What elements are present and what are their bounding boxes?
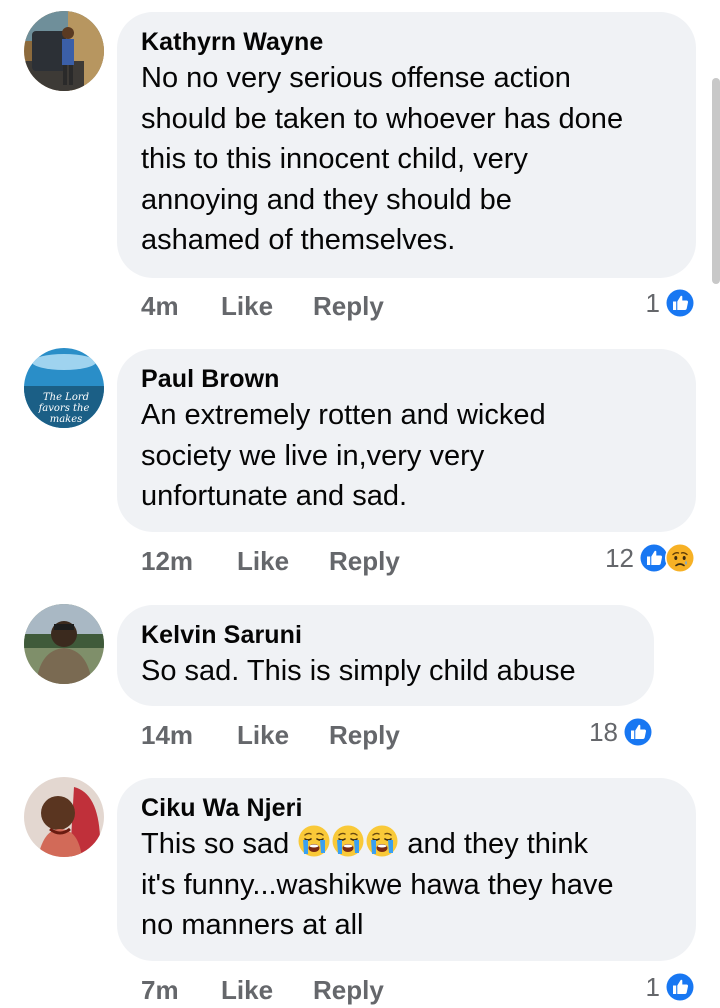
like-button[interactable]: Like (221, 291, 273, 322)
scrollbar[interactable] (712, 78, 720, 284)
comment-line: no manners at all (141, 909, 364, 941)
like-button[interactable]: Like (237, 546, 289, 577)
crying-face-emoji (331, 824, 365, 858)
comment-author[interactable]: Kathyrn Wayne (141, 26, 672, 58)
reply-button[interactable]: Reply (329, 546, 400, 577)
comment-author[interactable]: Paul Brown (141, 363, 672, 395)
reaction-count: 18 (589, 716, 618, 747)
like-icon (664, 287, 696, 319)
comment-bubble: Ciku Wa Njeri This so sad and they think… (117, 778, 696, 961)
comment-author[interactable]: Kelvin Saruni (141, 619, 630, 651)
comment-bubble: Paul Brown An extremely rotten and wicke… (117, 349, 696, 532)
timestamp[interactable]: 14m (141, 720, 193, 751)
avatar[interactable] (24, 11, 104, 91)
comment-line: ashamed of themselves. (141, 224, 456, 256)
reaction-summary[interactable]: 1 (646, 287, 696, 319)
comment-text: An extremely rotten and wicked society w… (141, 395, 672, 517)
like-icon (622, 716, 654, 748)
comment-text: This so sad and they think it's funny...… (141, 824, 672, 946)
reply-button[interactable]: Reply (313, 975, 384, 1006)
like-icon (664, 971, 696, 1003)
reaction-summary[interactable]: 1 (646, 971, 696, 1003)
comment-line: unfortunate and sad. (141, 480, 408, 512)
crying-face-emoji (297, 824, 331, 858)
comment-text-fragment: This so sad (141, 828, 290, 860)
comment-line: society we live in,very very (141, 439, 485, 472)
comment-text: So sad. This is simply child abuse (141, 651, 630, 692)
comment-bubble: Kelvin Saruni So sad. This is simply chi… (117, 605, 654, 706)
timestamp[interactable]: 7m (141, 975, 179, 1006)
avatar[interactable]: The Lord favors the makes (24, 348, 104, 428)
reply-button[interactable]: Reply (329, 720, 400, 751)
comment-line: should be taken to whoever has done (141, 102, 624, 135)
timestamp[interactable]: 4m (141, 291, 179, 322)
comment-line: this to this innocent child, very (141, 143, 528, 175)
sad-icon (664, 542, 696, 574)
avatar[interactable] (24, 604, 104, 684)
reaction-count: 1 (645, 287, 660, 318)
like-button[interactable]: Like (237, 720, 289, 751)
comment-line: So sad. This is simply child abuse (141, 655, 576, 687)
like-button[interactable]: Like (221, 975, 273, 1006)
reaction-count: 1 (645, 971, 660, 1002)
reaction-count: 12 (605, 542, 634, 573)
comment-line: it's funny...washikwe hawa they have (141, 868, 614, 901)
comment-line: annoying and they should be (141, 183, 512, 216)
comment-bubble: Kathyrn Wayne No no very serious offense… (117, 12, 696, 278)
reaction-summary[interactable]: 18 (589, 716, 654, 748)
comment-author[interactable]: Ciku Wa Njeri (141, 792, 672, 824)
comment-line: This so sad and they think (141, 824, 672, 865)
comment-text: No no very serious offense action should… (141, 58, 672, 261)
reaction-summary[interactable]: 12 (605, 542, 696, 574)
reply-button[interactable]: Reply (313, 291, 384, 322)
timestamp[interactable]: 12m (141, 546, 193, 577)
comment-text-fragment: and they think (407, 828, 588, 860)
avatar[interactable] (24, 777, 104, 857)
avatar-caption: makes (50, 414, 83, 425)
comment-line: No no very serious offense action (141, 62, 571, 94)
crying-face-emoji (365, 824, 399, 858)
avatar-caption: The Lord (43, 392, 89, 403)
comment-line: An extremely rotten and wicked (141, 399, 546, 431)
avatar-caption: favors the (38, 403, 90, 414)
